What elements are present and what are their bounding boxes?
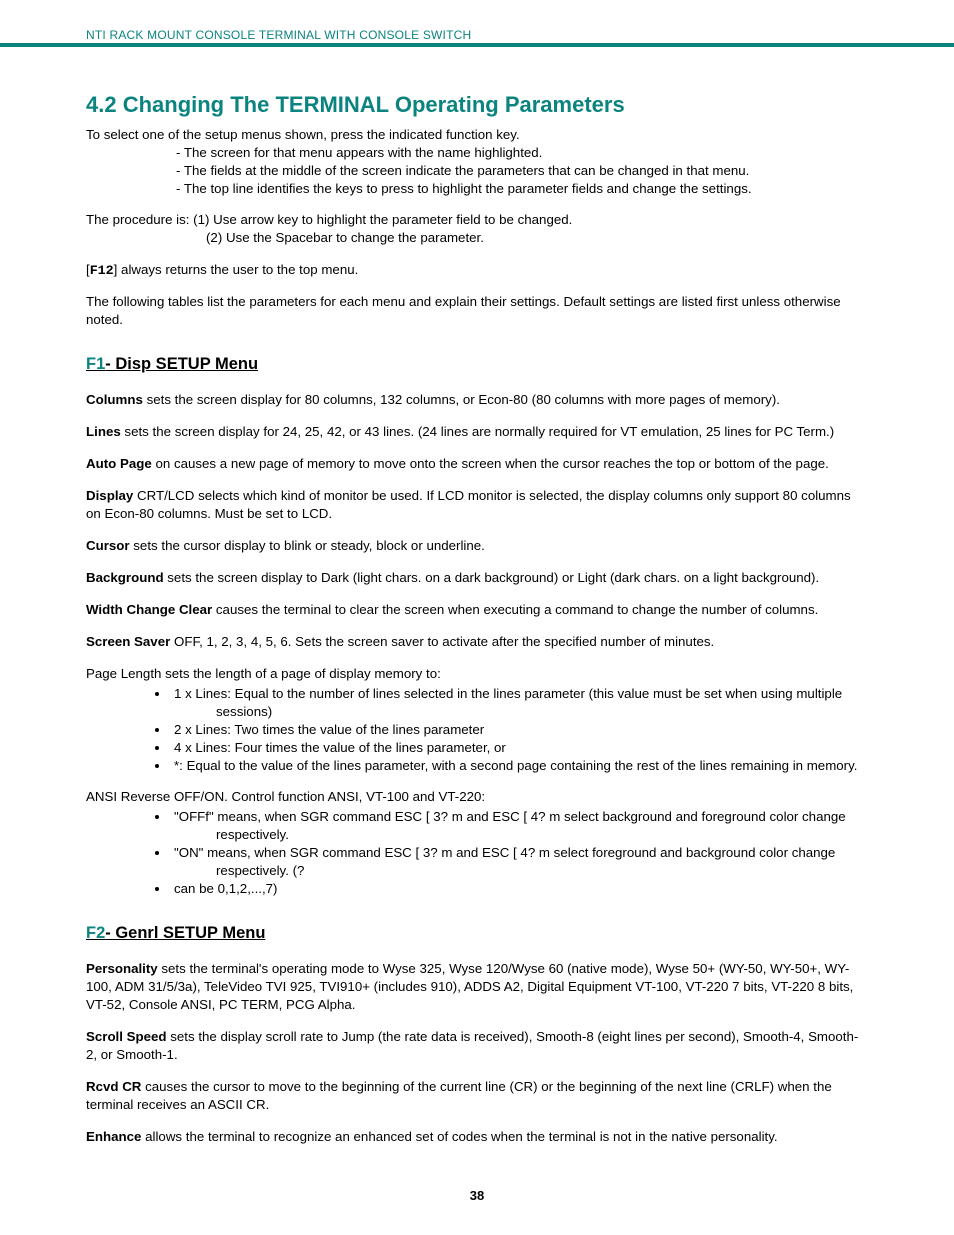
following-note: The following tables list the parameters… <box>86 293 868 329</box>
list-item: 4 x Lines: Four times the value of the l… <box>170 739 868 757</box>
li-text: "OFFf" means, when SGR command ESC [ 3? … <box>174 809 846 824</box>
li-text: can be 0,1,2,...,7) <box>174 881 278 896</box>
term: Personality <box>86 961 158 976</box>
f1-key-label: F1 <box>86 355 105 373</box>
param-enhance: Enhance allows the terminal to recognize… <box>86 1128 868 1146</box>
desc: sets the length of a page of display mem… <box>161 666 440 681</box>
list-item: *: Equal to the value of the lines param… <box>170 757 868 775</box>
f1-title-text: - Disp SETUP Menu <box>105 355 258 373</box>
param-rcvdcr: Rcvd CR causes the cursor to move to the… <box>86 1078 868 1114</box>
desc: sets the screen display for 24, 25, 42, … <box>121 424 834 439</box>
list-item: 1 x Lines: Equal to the number of lines … <box>170 685 868 721</box>
f1-heading: F1- Disp SETUP Menu <box>86 353 868 375</box>
param-display: Display CRT/LCD selects which kind of mo… <box>86 487 868 523</box>
li-text: "ON" means, when SGR command ESC [ 3? m … <box>174 845 835 860</box>
li-wrap: respectively. <box>174 826 868 844</box>
f12-rest: ] always returns the user to the top men… <box>114 262 359 277</box>
desc: sets the cursor display to blink or stea… <box>130 538 485 553</box>
term: Display <box>86 488 133 503</box>
procedure-block: The procedure is: (1) Use arrow key to h… <box>86 211 868 247</box>
param-lines: Lines sets the screen display for 24, 25… <box>86 423 868 441</box>
content-area: 4.2 Changing The TERMINAL Operating Para… <box>86 90 868 1160</box>
f2-key-label: F2 <box>86 924 105 942</box>
term: Page Length <box>86 666 161 681</box>
param-pagelength: Page Length sets the length of a page of… <box>86 665 868 683</box>
section-title: 4.2 Changing The TERMINAL Operating Para… <box>86 90 868 120</box>
term: Rcvd CR <box>86 1079 141 1094</box>
intro-item: - The fields at the middle of the screen… <box>176 162 868 180</box>
param-widthchangeclear: Width Change Clear causes the terminal t… <box>86 601 868 619</box>
header-title: NTI RACK MOUNT CONSOLE TERMINAL WITH CON… <box>86 28 471 42</box>
param-cursor: Cursor sets the cursor display to blink … <box>86 537 868 555</box>
procedure-line-1: The procedure is: (1) Use arrow key to h… <box>86 211 868 229</box>
li-wrap: sessions) <box>174 703 868 721</box>
term: Enhance <box>86 1129 141 1144</box>
term: Auto Page <box>86 456 152 471</box>
desc: causes the cursor to move to the beginni… <box>86 1079 832 1112</box>
header-divider <box>0 43 954 47</box>
li-text: 1 x Lines: Equal to the number of lines … <box>174 686 842 701</box>
list-item: "ON" means, when SGR command ESC [ 3? m … <box>170 844 868 880</box>
param-background: Background sets the screen display to Da… <box>86 569 868 587</box>
li-wrap: respectively. (? <box>174 862 868 880</box>
f2-heading: F2- Genrl SETUP Menu <box>86 922 868 944</box>
intro-item: - The top line identifies the keys to pr… <box>176 180 868 198</box>
term: Screen Saver <box>86 634 170 649</box>
desc: sets the screen display to Dark (light c… <box>164 570 820 585</box>
desc: OFF, 1, 2, 3, 4, 5, 6. Sets the screen s… <box>170 634 714 649</box>
param-personality: Personality sets the terminal's operatin… <box>86 960 868 1014</box>
li-text: 2 x Lines: Two times the value of the li… <box>174 722 484 737</box>
desc: on causes a new page of memory to move o… <box>152 456 829 471</box>
desc: allows the terminal to recognize an enha… <box>141 1129 777 1144</box>
list-item: "OFFf" means, when SGR command ESC [ 3? … <box>170 808 868 844</box>
intro-item: - The screen for that menu appears with … <box>176 144 868 162</box>
term: Scroll Speed <box>86 1029 167 1044</box>
ansi-list: "OFFf" means, when SGR command ESC [ 3? … <box>86 808 868 898</box>
desc: OFF/ON. Control function ANSI, VT-100 an… <box>170 789 485 804</box>
f2-title-text: - Genrl SETUP Menu <box>105 924 265 942</box>
param-autopage: Auto Page on causes a new page of memory… <box>86 455 868 473</box>
param-screensaver: Screen Saver OFF, 1, 2, 3, 4, 5, 6. Sets… <box>86 633 868 651</box>
term: Lines <box>86 424 121 439</box>
list-item: can be 0,1,2,...,7) <box>170 880 868 898</box>
term: Cursor <box>86 538 130 553</box>
procedure-line-2: (2) Use the Spacebar to change the param… <box>86 229 868 247</box>
page: NTI RACK MOUNT CONSOLE TERMINAL WITH CON… <box>0 0 954 1235</box>
desc: sets the screen display for 80 columns, … <box>143 392 780 407</box>
intro-lead: To select one of the setup menus shown, … <box>86 126 868 144</box>
term: Columns <box>86 392 143 407</box>
li-text: 4 x Lines: Four times the value of the l… <box>174 740 506 755</box>
term: ANSI Reverse <box>86 789 170 804</box>
term: Background <box>86 570 164 585</box>
f12-key: F12 <box>90 263 114 278</box>
term: Width Change Clear <box>86 602 212 617</box>
param-columns: Columns sets the screen display for 80 c… <box>86 391 868 409</box>
f12-note: [F12] always returns the user to the top… <box>86 261 868 280</box>
page-number: 38 <box>0 1188 954 1203</box>
desc: sets the display scroll rate to Jump (th… <box>86 1029 858 1062</box>
param-ansireverse: ANSI Reverse OFF/ON. Control function AN… <box>86 788 868 806</box>
desc: sets the terminal's operating mode to Wy… <box>86 961 853 1012</box>
pagelength-list: 1 x Lines: Equal to the number of lines … <box>86 685 868 775</box>
desc: CRT/LCD selects which kind of monitor be… <box>86 488 851 521</box>
intro-block: To select one of the setup menus shown, … <box>86 126 868 198</box>
list-item: 2 x Lines: Two times the value of the li… <box>170 721 868 739</box>
param-scrollspeed: Scroll Speed sets the display scroll rat… <box>86 1028 868 1064</box>
desc: causes the terminal to clear the screen … <box>212 602 818 617</box>
li-text: *: Equal to the value of the lines param… <box>174 758 857 773</box>
intro-dash-list: - The screen for that menu appears with … <box>86 144 868 198</box>
